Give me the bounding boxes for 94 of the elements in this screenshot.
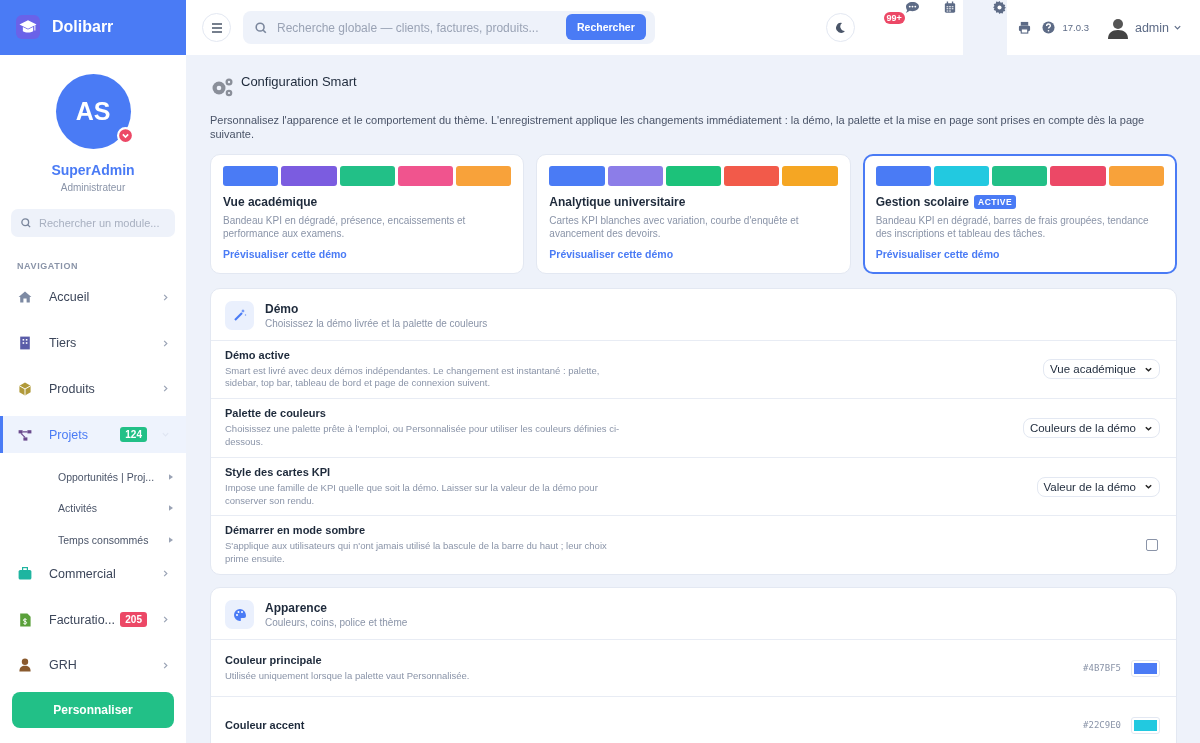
briefcase-icon [17, 566, 33, 582]
chevron-right-icon [161, 338, 170, 348]
setting-label: Couleur principale [225, 653, 323, 666]
menu-button[interactable] [202, 13, 231, 42]
chevron-down-icon [1144, 482, 1153, 492]
checkbox[interactable] [1146, 539, 1158, 552]
palette-icon [232, 607, 247, 622]
printer-icon[interactable] [1017, 21, 1031, 34]
triangle-right-icon [169, 505, 173, 512]
building-icon [17, 335, 33, 352]
setting-label: Palette de couleurs [225, 407, 327, 420]
sidebar-subitem[interactable]: Activités [0, 492, 186, 524]
preview-link[interactable]: Prévisualiser cette démo [223, 247, 512, 260]
setting-description: Utilisée uniquement lorsque la palette vaut Personnalisée. [225, 669, 471, 683]
search-icon [20, 216, 32, 229]
status-badge: ACTIVE [974, 194, 1017, 209]
dark-mode-button[interactable] [825, 13, 855, 42]
setting-description: Choisissez une palette prête à l'emploi, ou Personnalisée pour utiliser les couleurs définies ci-dessous. [225, 423, 621, 449]
demo-card[interactable]: Vue académique Bandeau KPI en dégradé, présence, encaissements et performance aux examens. Prévisualiser cette démo [210, 153, 525, 274]
color-picker[interactable] [1131, 659, 1160, 677]
chevron-right-icon [161, 615, 170, 625]
setting-label: Style des cartes KPI [225, 465, 332, 478]
chevron-down-icon[interactable] [1173, 23, 1182, 32]
chevron-right-icon [161, 569, 170, 579]
section-title: Apparence [265, 601, 329, 616]
sidebar-item[interactable]: Facturatio... 205 [0, 600, 186, 639]
sidebar-subitem[interactable]: Opportunités | Proj... [0, 461, 186, 493]
demo-title: Vue académique [223, 194, 318, 209]
sidebar-item[interactable]: Produits [0, 370, 186, 408]
house-icon [17, 289, 33, 306]
setting-description: S'applique aux utilisateurs qui n'ont jamais utilisé la bascule de la barre du haut ; leur choix prime ensuite. [225, 540, 608, 567]
setting-description: Impose une famille de KPI quelle que soit la démo. Laisser sur la valeur de la démo pour conserver son rendu. [225, 481, 599, 508]
setting-label: Démarrer en mode sombre [225, 524, 366, 537]
sidebar-subitem[interactable]: Temps consommés [0, 523, 186, 556]
section-title: Démo [265, 301, 300, 316]
chevron-right-icon [161, 660, 170, 670]
triangle-right-icon [169, 474, 173, 480]
triangle-right-icon [169, 536, 173, 543]
version-label: 17.0.3 [1062, 22, 1089, 33]
brand-name: Dolibarr [52, 18, 114, 37]
hex-value: #4B7BF5 [1083, 663, 1121, 674]
user-role: Administrateur [60, 181, 126, 193]
demo-card[interactable]: Gestion scolaire ACTIVE Bandeau KPI en dégradé, barres de frais groupées, tendance des inscriptions et tableau des tâches. Prévisualiser cette démo [862, 153, 1177, 274]
calendar-icon[interactable] [943, 1, 956, 14]
demo-description: Bandeau KPI en dégradé, présence, encaissements et performance aux examens. [223, 213, 467, 241]
user-name: SuperAdmin [51, 161, 135, 178]
magic-wand-icon [232, 308, 247, 323]
sidebar-item[interactable]: Accueil [0, 278, 186, 317]
chevron-right-icon [161, 292, 170, 302]
gears-icon [210, 77, 234, 97]
module-search-field[interactable]: Rechercher un module... [11, 208, 175, 237]
chat-icon[interactable] [904, 1, 920, 14]
invoice-icon [17, 611, 33, 628]
notification-badge: 99+ [883, 12, 905, 24]
chevron-down-icon[interactable] [116, 126, 134, 144]
settings-icon[interactable] [993, 1, 1007, 14]
section-subtitle: Couleurs, coins, police et thème [265, 617, 408, 629]
moon-icon [834, 21, 847, 34]
menu-icon [210, 22, 223, 33]
section-label: NAVIGATION [17, 260, 80, 271]
demo-card[interactable]: Analytique universitaire Cartes KPI blanches avec variation, courbe d'enquête et avancement des devoirs. Prévisualiser cette démo [536, 153, 851, 274]
graduation-cap-icon [16, 15, 40, 40]
sidebar-item[interactable]: Projets 124 [0, 415, 186, 454]
help-icon[interactable] [1041, 21, 1055, 34]
chevron-right-icon [161, 384, 170, 394]
search-icon [254, 21, 268, 35]
demo-title: Gestion scolaire [875, 194, 970, 209]
page-title: Configuration Smart [241, 74, 357, 89]
sidebar-item[interactable]: Commercial [0, 555, 186, 593]
count-badge: 205 [120, 612, 147, 628]
section-subtitle: Choisissez la démo livrée et la palette de couleurs [265, 317, 488, 329]
user-silhouette-icon[interactable] [1106, 16, 1129, 39]
person-icon [17, 657, 33, 674]
dropdown[interactable]: Vue académique [1043, 359, 1160, 380]
count-badge: 124 [120, 427, 147, 443]
avatar[interactable]: AS [55, 73, 131, 149]
demo-description: Bandeau KPI en dégradé, barres de frais groupées, tendance des inscriptions et tableau des tâches. [875, 213, 1150, 241]
sidebar-item[interactable]: GRH [0, 646, 186, 685]
setting-label: Couleur accent [225, 719, 306, 732]
setting-description: Smart est livré avec deux démos indépendantes. Le changement est instantané : palette, sidebar, top bar, tableau de bord et page de connexion suivent. [225, 364, 601, 391]
search-button[interactable]: Rechercher [566, 14, 646, 40]
intro-text: Personnalisez l'apparence et le comportement du thème. L'enregistrement applique les changements immédiatement : la démo, la palette et la mise en page sont prises en compte dès la page suivante. [210, 113, 1146, 142]
box-icon [17, 380, 33, 397]
sidebar-item[interactable]: Tiers [0, 324, 186, 362]
user-menu[interactable]: admin [1134, 20, 1169, 35]
hex-value: #22C9E0 [1083, 720, 1121, 731]
demo-description: Cartes KPI blanches avec variation, courbe d'enquête et avancement des devoirs. [549, 213, 800, 241]
dropdown[interactable]: Couleurs de la démo [1022, 418, 1160, 439]
preview-link[interactable]: Prévisualiser cette démo [875, 247, 1164, 260]
demo-title: Analytique universitaire [549, 194, 686, 209]
setting-label: Démo active [225, 348, 291, 361]
dropdown[interactable]: Valeur de la démo [1036, 476, 1160, 497]
color-picker[interactable] [1131, 716, 1160, 734]
preview-link[interactable]: Prévisualiser cette démo [549, 247, 838, 260]
